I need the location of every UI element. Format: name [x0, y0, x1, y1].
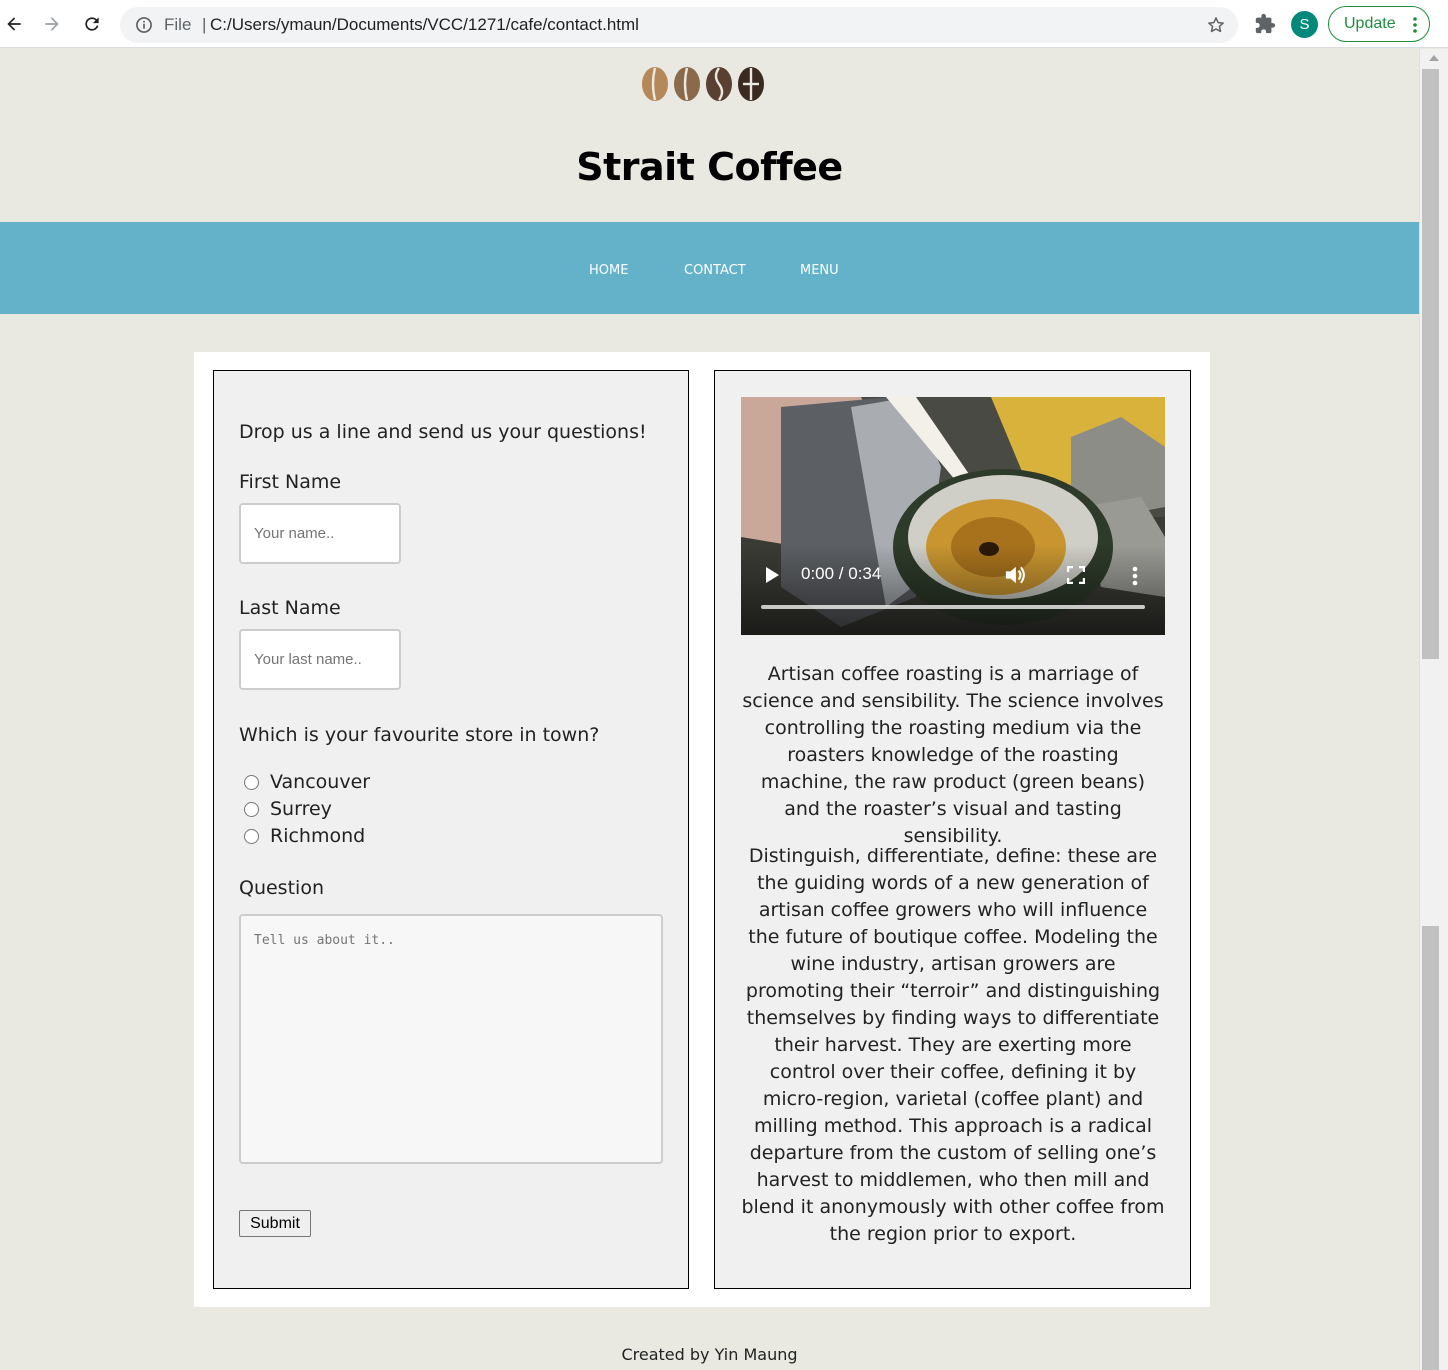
radio-label: Surrey	[270, 798, 332, 820]
question-label: Question	[239, 877, 324, 899]
fullscreen-icon[interactable]	[1067, 566, 1085, 584]
profile-avatar[interactable]: S	[1291, 11, 1318, 38]
nav-link-home[interactable]: HOME	[589, 263, 628, 278]
contact-form: Drop us a line and send us your question…	[213, 370, 689, 1289]
form-intro: Drop us a line and send us your question…	[239, 421, 647, 443]
file-scheme-label: File	[164, 15, 192, 34]
video-more-options-icon[interactable]	[1132, 566, 1138, 586]
kebab-menu-icon[interactable]	[1413, 16, 1417, 34]
nav-link-menu[interactable]: MENU	[800, 263, 839, 278]
info-icon[interactable]	[134, 15, 154, 35]
submit-button[interactable]: Submit	[239, 1210, 311, 1237]
update-label: Update	[1344, 15, 1396, 32]
site-title: Strait Coffee	[576, 145, 843, 189]
radio-label: Richmond	[270, 825, 366, 847]
last-name-label: Last Name	[239, 597, 341, 619]
radio-surrey[interactable]: Surrey	[244, 798, 332, 820]
back-icon[interactable]	[0, 10, 28, 38]
video-time: 0:00 / 0:34	[801, 564, 882, 583]
info-column: 0:00 / 0:34 Artisan coffee roasting is a…	[714, 370, 1191, 1289]
coffee-beans-logo	[642, 67, 764, 101]
last-name-input[interactable]	[239, 629, 401, 690]
question-textarea[interactable]	[239, 914, 663, 1164]
paragraph-growers: Distinguish, differentiate, define: thes…	[741, 845, 1165, 1245]
radio-richmond[interactable]: Richmond	[244, 825, 365, 847]
radio-button[interactable]	[244, 801, 259, 817]
radio-button[interactable]	[244, 828, 259, 844]
radio-label: Vancouver	[270, 771, 371, 793]
radio-button[interactable]	[244, 774, 259, 790]
video-player[interactable]: 0:00 / 0:34	[741, 397, 1165, 635]
video-controls-shade	[741, 545, 1165, 635]
paragraph-roasting: Artisan coffee roasting is a marriage of…	[742, 663, 1164, 847]
nav-link-contact[interactable]: CONTACT	[684, 263, 746, 278]
first-name-input[interactable]	[239, 503, 401, 564]
content-panel: Drop us a line and send us your question…	[194, 352, 1210, 1307]
footer-credit: Created by Yin Maung	[621, 1345, 798, 1364]
forward-icon[interactable]	[38, 10, 66, 38]
volume-icon[interactable]	[1004, 565, 1026, 585]
radio-vancouver[interactable]: Vancouver	[244, 771, 370, 793]
address-bar[interactable]: File | C:/Users/ymaun/Documents/VCC/1271…	[120, 7, 1238, 43]
scrollbar-thumb[interactable]	[1422, 69, 1439, 659]
bookmark-star-icon[interactable]	[1206, 15, 1226, 35]
browser-toolbar: File | C:/Users/ymaun/Documents/VCC/1271…	[0, 0, 1448, 48]
page-viewport: Strait Coffee HOME CONTACT MENU Drop us …	[0, 49, 1419, 1370]
play-icon[interactable]	[766, 567, 779, 583]
main-nav: HOME CONTACT MENU	[0, 222, 1419, 314]
url-text[interactable]: C:/Users/ymaun/Documents/VCC/1271/cafe/c…	[210, 15, 639, 35]
store-question: Which is your favourite store in town?	[239, 724, 600, 746]
first-name-label: First Name	[239, 471, 342, 493]
video-progress-bar[interactable]	[761, 605, 1145, 609]
scrollbar-track-lower	[1422, 926, 1439, 1370]
update-button[interactable]: Update	[1328, 6, 1430, 42]
url-separator: |	[202, 15, 207, 34]
scroll-up-arrow-icon[interactable]	[1429, 55, 1439, 61]
vertical-scrollbar[interactable]	[1419, 49, 1448, 1370]
reload-icon[interactable]	[78, 10, 106, 38]
extensions-puzzle-icon[interactable]	[1254, 13, 1276, 35]
